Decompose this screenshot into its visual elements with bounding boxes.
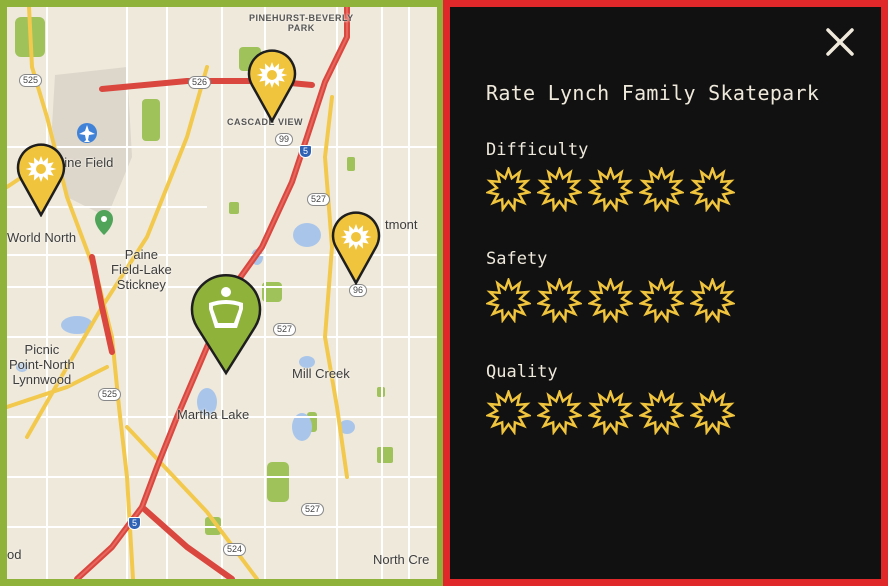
skatepark-pin-paine-field[interactable] [15, 143, 67, 221]
route-99-shield: 99 [275, 133, 294, 146]
route-525-shield: 525 [19, 74, 43, 87]
label-mont: tmont [385, 217, 418, 232]
label-martha-lake: Martha Lake [177, 407, 250, 422]
panel-title: Rate Lynch Family Skatepark [486, 81, 820, 105]
route-527-shield: 527 [273, 323, 297, 336]
category-label-safety: Safety [486, 249, 548, 269]
label-od: od [7, 547, 22, 562]
star-icon[interactable] [690, 390, 735, 435]
interstate-5-shield: 5 [128, 517, 142, 530]
star-icon[interactable] [537, 167, 582, 212]
close-button[interactable] [823, 25, 857, 59]
route-524-shield: 524 [223, 543, 247, 556]
star-icon[interactable] [639, 278, 684, 323]
star-icon[interactable] [537, 390, 582, 435]
star-icon[interactable] [588, 390, 633, 435]
interstate-5-shield: 5 [299, 145, 313, 158]
star-rating-safety[interactable] [486, 278, 735, 323]
category-label-difficulty: Difficulty [486, 140, 589, 160]
label-north-creek: North Cre [373, 552, 430, 567]
route-527-shield: 527 [307, 193, 331, 206]
star-icon[interactable] [639, 167, 684, 212]
route-527-shield: 527 [301, 503, 325, 516]
rating-panel: Rate Lynch Family Skatepark Difficulty S… [443, 0, 888, 586]
route-526-shield: 526 [188, 76, 212, 89]
skatepark-pin-lynch-family-selected[interactable] [187, 271, 265, 381]
skatepark-pin-cascade-view[interactable] [246, 49, 298, 127]
star-rating-difficulty[interactable] [486, 167, 735, 212]
label-world-north: World North [7, 230, 77, 245]
label-pinehurst-beverly-park: PINEHURST-BEVERLY PARK [249, 13, 354, 33]
star-icon[interactable] [588, 278, 633, 323]
star-icon[interactable] [486, 278, 531, 323]
star-icon[interactable] [486, 390, 531, 435]
label-paine-field-lake-stickney: Paine Field-Lake Stickney [111, 247, 172, 292]
star-icon[interactable] [639, 390, 684, 435]
skatepark-pin-mont[interactable] [330, 211, 382, 289]
star-icon[interactable] [588, 167, 633, 212]
close-icon [826, 28, 854, 56]
star-icon[interactable] [690, 278, 735, 323]
airport-icon [77, 123, 97, 143]
label-mill-creek: Mill Creek [292, 366, 350, 381]
star-icon[interactable] [486, 167, 531, 212]
category-label-quality: Quality [486, 362, 558, 382]
star-rating-quality[interactable] [486, 390, 735, 435]
map-view[interactable]: PINEHURST-BEVERLY PARK CASCADE VIEW aine… [0, 0, 443, 586]
star-icon[interactable] [690, 167, 735, 212]
label-picnic-point-north-lynnwood: Picnic Point-North Lynnwood [9, 342, 75, 387]
route-525-shield: 525 [98, 388, 122, 401]
star-icon[interactable] [537, 278, 582, 323]
